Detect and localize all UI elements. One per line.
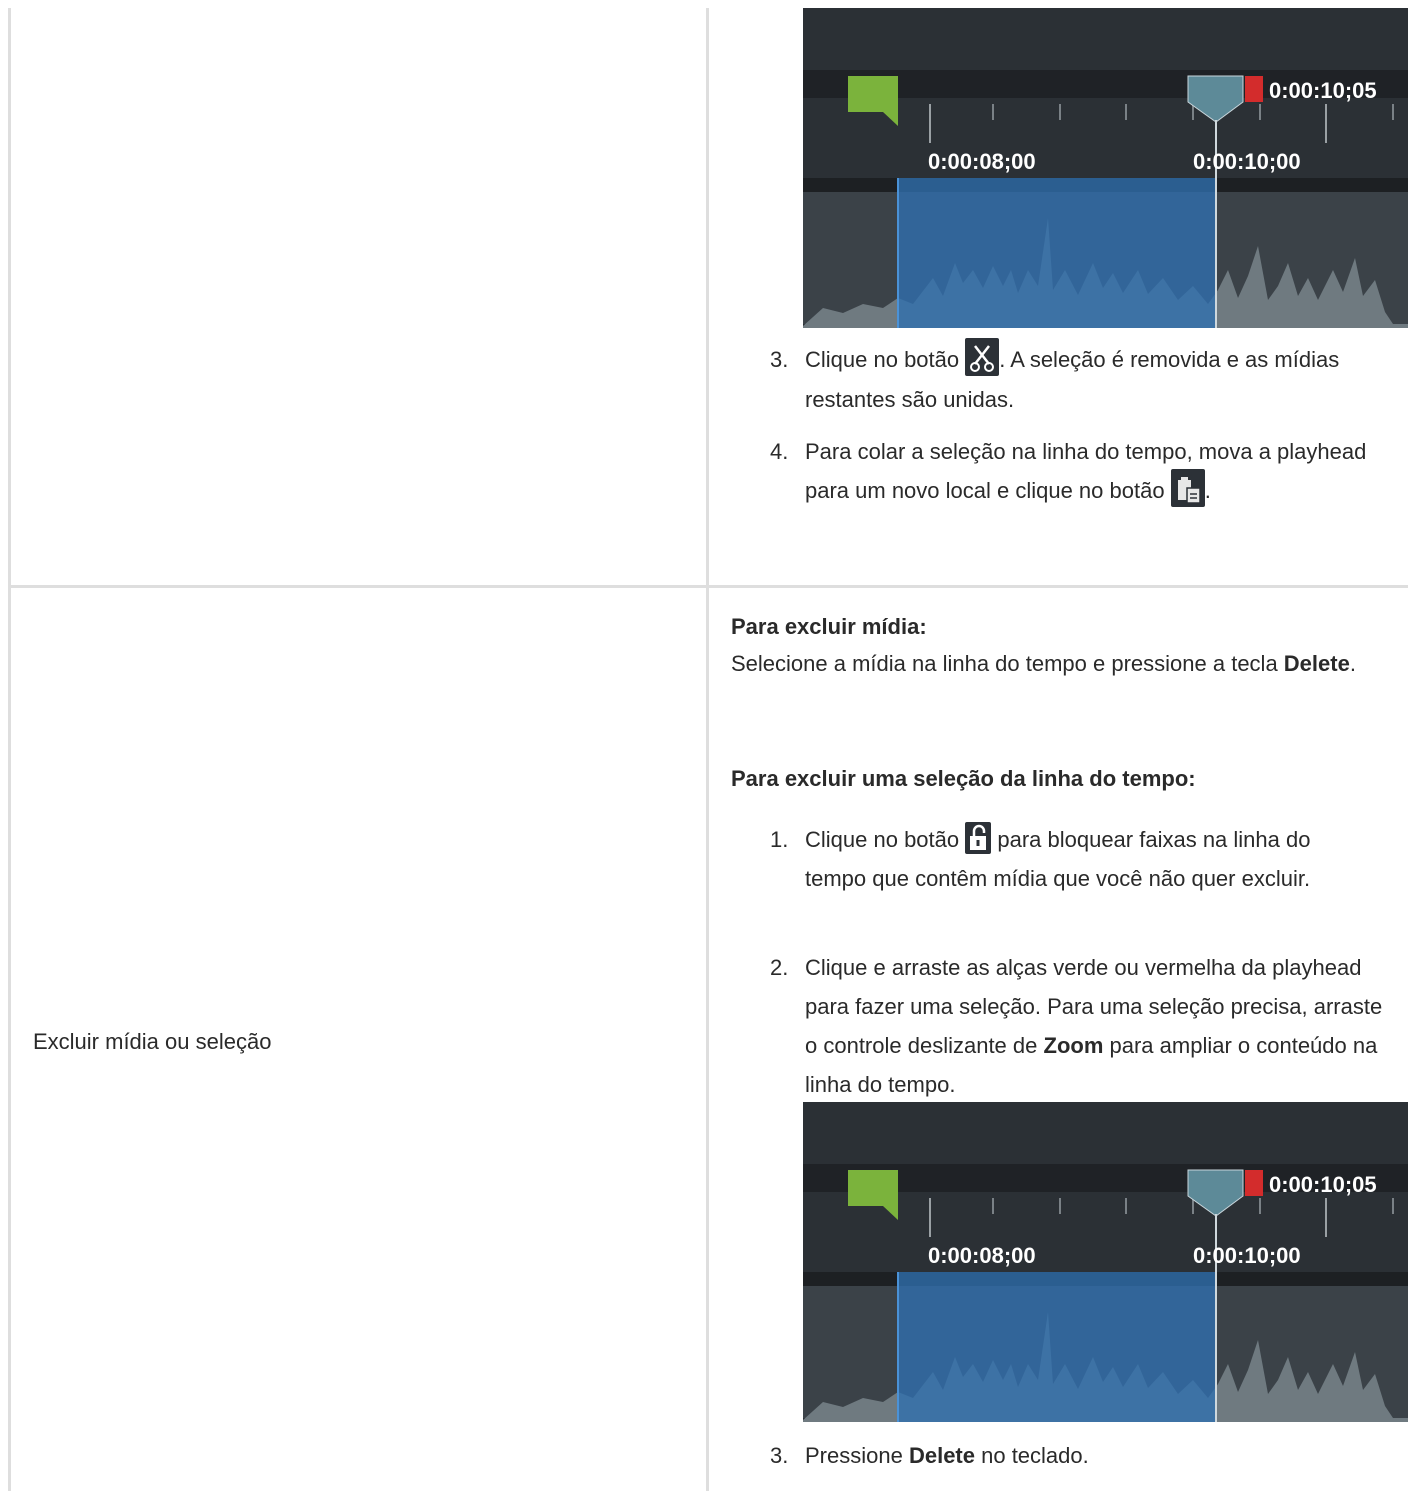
step-text: Clique no botão (805, 827, 966, 852)
scissors-icon (965, 338, 1000, 377)
list-item: Clique no botão . A seleção é removida e… (805, 338, 1375, 419)
end-handle[interactable] (1245, 76, 1263, 102)
timeline-screenshot: 0:00:10;05 0:00:08;00 0:00:10;00 (803, 8, 1408, 328)
row-label: Excluir mídia ou seleção (33, 1029, 272, 1054)
table-border-left (8, 8, 11, 1491)
list-item: Clique e arraste as alças verde ou verme… (805, 948, 1385, 1104)
key-name: Delete (1283, 651, 1350, 676)
heading-delete-selection: Para excluir uma seleção da linha do tem… (731, 766, 1196, 791)
step-text: . (1204, 478, 1211, 503)
paste-icon (1170, 469, 1205, 508)
list-number: 1. (770, 827, 789, 852)
end-handle[interactable] (1245, 1170, 1263, 1196)
key-name: Delete (908, 1443, 975, 1468)
tick-label: 0:00:08;00 (928, 149, 1036, 174)
list-item: Pressione Delete no teclado. (805, 1436, 1375, 1475)
paragraph-text: Selecione a mídia na linha do tempo e pr… (731, 651, 1284, 676)
list-item: Clique no botão para bloquear faixas na … (805, 820, 1375, 898)
unlock-icon (965, 822, 992, 855)
tick-label: 0:00:08;00 (928, 1243, 1036, 1268)
tick-label: 0:00:10;00 (1193, 149, 1301, 174)
step-text: Para colar a seleção na linha do tempo, … (805, 439, 1367, 503)
list-item: Para colar a seleção na linha do tempo, … (805, 432, 1375, 511)
table-border-middle (706, 8, 709, 1491)
paragraph-text: . (1349, 651, 1356, 676)
table-row-divider (8, 585, 1408, 588)
list-number: 3. (770, 347, 789, 372)
list-number: 3. (770, 1443, 789, 1468)
delete-media-text: Selecione a mídia na linha do tempo e pr… (731, 644, 1381, 683)
step-text: Pressione (805, 1443, 909, 1468)
heading-delete-media: Para excluir mídia: (731, 614, 927, 639)
playhead-time: 0:00:10;05 (1269, 78, 1377, 103)
timeline-screenshot: 0:00:10;05 0:00:08;00 0:00:10;00 (803, 1102, 1408, 1422)
zoom-label: Zoom (1043, 1033, 1104, 1058)
tick-label: 0:00:10;00 (1193, 1243, 1301, 1268)
list-number: 2. (770, 955, 789, 980)
step-text: no teclado. (975, 1443, 1089, 1468)
step-text: Clique no botão (805, 347, 966, 372)
list-number: 4. (770, 439, 789, 464)
playhead-time: 0:00:10;05 (1269, 1172, 1377, 1197)
